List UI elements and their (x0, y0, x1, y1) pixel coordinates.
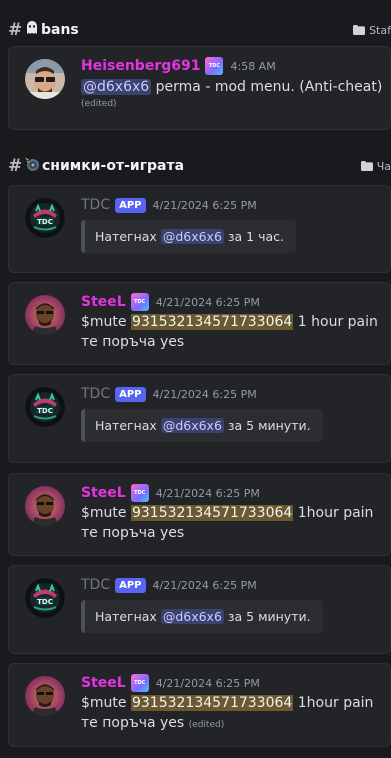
command-text: $mute (81, 505, 131, 521)
avatar[interactable]: TDC (25, 198, 65, 238)
hash-icon: # (8, 20, 23, 40)
message-body: TDC APP 4/21/2024 6:25 PM Натегнах @d6x6… (81, 384, 384, 442)
ghost-emoji-icon (24, 20, 40, 40)
role-badge-icon[interactable]: TDC (130, 293, 149, 311)
role-badge-icon[interactable]: TDC (130, 674, 149, 692)
role-badge-icon[interactable]: TDC (205, 57, 224, 75)
author-name[interactable]: TDC (81, 197, 110, 213)
message-body: SteeL TDC 4/21/2024 6:25 PM $mute 931532… (81, 483, 384, 543)
message-body: SteeL TDC 4/21/2024 6:25 PM $mute 931532… (81, 292, 384, 352)
svg-text:TDC: TDC (37, 407, 53, 415)
timestamp[interactable]: 4/21/2024 6:25 PM (153, 199, 257, 212)
camera-flash-emoji-icon (24, 156, 41, 176)
highlighted-user-id: 931532134571733064 (130, 505, 294, 521)
app-badge: APP (115, 386, 146, 402)
app-badge: APP (115, 197, 146, 213)
avatar[interactable] (25, 676, 65, 716)
embed-text: за 1 час. (223, 229, 284, 244)
command-text: $mute (81, 314, 131, 330)
bot-embed: Натегнах @d6x6x6 за 5 минути. (81, 600, 323, 633)
message-meta: Heisenberg691 TDC 4:58 AM (81, 56, 384, 76)
channel-category[interactable]: Ча (360, 159, 391, 173)
channel-name: bans (41, 22, 79, 38)
timestamp[interactable]: 4:58 AM (230, 60, 275, 73)
user-mention[interactable]: @d6x6x6 (81, 79, 152, 95)
bot-embed: Натегнах @d6x6x6 за 1 час. (81, 220, 296, 253)
message-body: Heisenberg691 TDC 4:58 AM @d6x6x6 perma … (81, 56, 384, 109)
timestamp[interactable]: 4/21/2024 6:25 PM (156, 677, 260, 690)
message-card[interactable]: TDC TDC APP 4/21/2024 6:25 PM Натегнах @… (8, 185, 391, 273)
author-name[interactable]: SteeL (81, 675, 126, 691)
app-badge: APP (115, 577, 146, 593)
message-card[interactable]: TDC TDC APP 4/21/2024 6:25 PM Натегнах @… (8, 565, 391, 654)
role-badge-icon[interactable]: TDC (130, 484, 149, 502)
bot-embed: Натегнах @d6x6x6 за 5 минути. (81, 409, 323, 442)
category-label: Staf (369, 23, 391, 37)
folder-icon (360, 161, 373, 171)
embed-text: за 5 минути. (223, 418, 311, 433)
embed-text: Натегнах (95, 229, 161, 244)
message-card[interactable]: Heisenberg691 TDC 4:58 AM @d6x6x6 perma … (8, 46, 391, 130)
hash-icon: # (8, 156, 23, 176)
message-meta: SteeL TDC 4/21/2024 6:25 PM (81, 673, 384, 693)
message-text: $mute 931532134571733064 1 hour pain те … (81, 312, 384, 352)
avatar[interactable]: TDC (25, 387, 65, 427)
message-meta: TDC APP 4/21/2024 6:25 PM (81, 384, 384, 404)
timestamp[interactable]: 4/21/2024 6:25 PM (156, 487, 260, 500)
highlighted-user-id: 931532134571733064 (130, 314, 294, 330)
author-name[interactable]: SteeL (81, 294, 126, 310)
avatar[interactable] (25, 59, 65, 99)
svg-text:TDC: TDC (37, 598, 53, 606)
author-name[interactable]: Heisenberg691 (81, 58, 200, 74)
message-text: $mute 931532134571733064 1hour pain те п… (81, 503, 384, 543)
embed-text: за 5 минути. (223, 609, 311, 624)
message-body: SteeL TDC 4/21/2024 6:25 PM $mute 931532… (81, 673, 384, 735)
message-card[interactable]: SteeL TDC 4/21/2024 6:25 PM $mute 931532… (8, 663, 391, 747)
message-body: TDC APP 4/21/2024 6:25 PM Натегнах @d6x6… (81, 575, 384, 633)
channel-header-screenshots[interactable]: # снимки-от-играта Ча (0, 151, 391, 181)
channel-header-bans[interactable]: # bans Staf (0, 15, 391, 45)
message-card[interactable]: SteeL TDC 4/21/2024 6:25 PM $mute 931532… (8, 282, 391, 365)
author-name[interactable]: SteeL (81, 485, 126, 501)
user-mention[interactable]: @d6x6x6 (160, 418, 224, 433)
edited-label: (edited) (188, 720, 225, 730)
message-text: @d6x6x6 perma - mod menu. (Anti-cheat) (81, 77, 384, 97)
folder-icon (353, 25, 366, 35)
user-mention[interactable]: @d6x6x6 (160, 609, 224, 624)
edited-label: (edited) (81, 99, 117, 109)
highlighted-user-id: 931532134571733064 (130, 695, 294, 711)
category-label: Ча (376, 159, 391, 173)
user-mention[interactable]: @d6x6x6 (160, 229, 224, 244)
message-feed: # bans Staf Heisenberg691 TDC 4:58 AM @d… (0, 0, 391, 758)
message-card[interactable]: SteeL TDC 4/21/2024 6:25 PM $mute 931532… (8, 473, 391, 556)
timestamp[interactable]: 4/21/2024 6:25 PM (156, 296, 260, 309)
message-content: perma - mod menu. (Anti-cheat) (151, 79, 383, 95)
message-meta: SteeL TDC 4/21/2024 6:25 PM (81, 483, 384, 503)
svg-text:TDC: TDC (37, 218, 53, 226)
author-name[interactable]: TDC (81, 577, 110, 593)
command-text: $mute (81, 695, 131, 711)
message-meta: TDC APP 4/21/2024 6:25 PM (81, 575, 384, 595)
message-body: TDC APP 4/21/2024 6:25 PM Натегнах @d6x6… (81, 195, 384, 253)
avatar[interactable] (25, 295, 65, 335)
embed-text: Натегнах (95, 609, 161, 624)
avatar[interactable] (25, 486, 65, 526)
author-name[interactable]: TDC (81, 386, 110, 402)
message-meta: SteeL TDC 4/21/2024 6:25 PM (81, 292, 384, 312)
timestamp[interactable]: 4/21/2024 6:25 PM (153, 388, 257, 401)
avatar[interactable]: TDC (25, 578, 65, 618)
channel-name: снимки-от-играта (42, 158, 185, 174)
message-text: $mute 931532134571733064 1hour pain те п… (81, 693, 384, 735)
message-card[interactable]: TDC TDC APP 4/21/2024 6:25 PM Натегнах @… (8, 374, 391, 463)
embed-text: Натегнах (95, 418, 161, 433)
channel-category[interactable]: Staf (353, 24, 391, 37)
message-meta: TDC APP 4/21/2024 6:25 PM (81, 195, 384, 215)
timestamp[interactable]: 4/21/2024 6:25 PM (153, 579, 257, 592)
